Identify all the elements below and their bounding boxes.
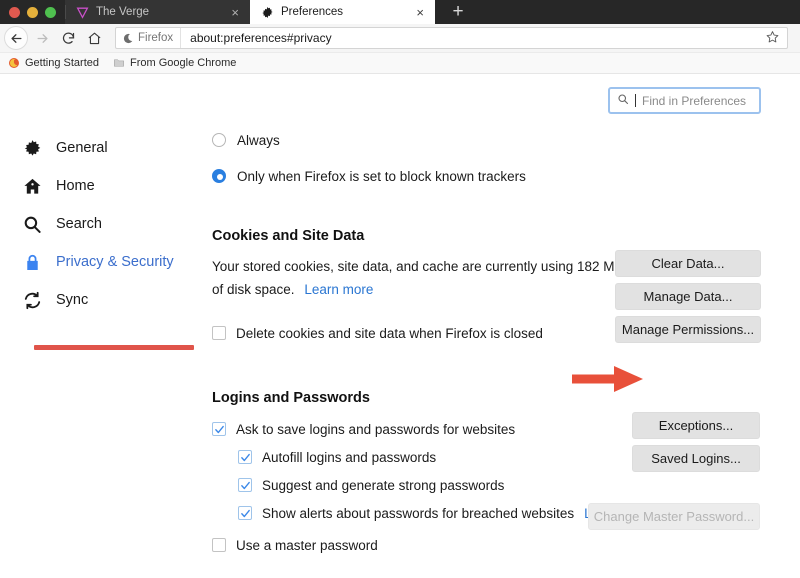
section-title: Logins and Passwords <box>212 390 370 406</box>
annotation-arrow-icon <box>572 364 644 394</box>
search-icon <box>617 92 629 110</box>
learn-more-link-cookies[interactable]: Learn more <box>304 282 373 297</box>
gear-icon <box>22 138 43 159</box>
sidebar-item-home[interactable]: Home <box>22 167 202 205</box>
home-icon <box>22 176 43 197</box>
cookies-buttons: Clear Data... Manage Data... Manage Perm… <box>615 250 761 343</box>
bookmark-label: From Google Chrome <box>130 57 237 69</box>
home-button[interactable] <box>82 26 106 50</box>
tab-preferences[interactable]: Preferences × <box>250 0 435 24</box>
minimize-window-button[interactable] <box>27 6 38 18</box>
close-icon[interactable]: × <box>414 6 426 19</box>
address-bar[interactable]: Firefox about:preferences#privacy <box>115 27 788 49</box>
annotation-underline <box>34 345 194 350</box>
checkbox[interactable] <box>212 538 226 552</box>
close-icon[interactable]: × <box>229 6 241 19</box>
nav-buttons <box>0 26 106 50</box>
logins-buttons: Exceptions... Saved Logins... <box>632 412 760 472</box>
navigation-toolbar: Firefox about:preferences#privacy <box>0 24 800 53</box>
reload-button[interactable] <box>56 26 80 50</box>
verge-logo-icon <box>76 6 89 19</box>
radio-option-always[interactable]: Always <box>212 129 772 151</box>
tracking-radio-group: Always Only when Firefox is set to block… <box>212 129 772 187</box>
gear-icon <box>261 6 274 19</box>
section-title: Cookies and Site Data <box>212 228 365 244</box>
bookmark-star-icon[interactable] <box>766 30 787 46</box>
identity-box[interactable]: Firefox <box>116 28 182 48</box>
sidebar-item-label: General <box>56 140 108 156</box>
tab-bar: The Verge × Preferences × + <box>0 0 800 24</box>
radio-button-selected[interactable] <box>212 169 226 183</box>
bookmark-label: Getting Started <box>25 57 99 69</box>
radio-label: Only when Firefox is set to block known … <box>237 168 526 184</box>
sync-icon <box>22 290 43 311</box>
browser-window: The Verge × Preferences × + Firefox abou… <box>0 0 800 578</box>
bookmarks-toolbar: Getting Started From Google Chrome <box>0 53 800 74</box>
manage-data-button[interactable]: Manage Data... <box>615 283 761 310</box>
manage-permissions-button[interactable]: Manage Permissions... <box>615 316 761 343</box>
preferences-page: Find in Preferences General Home Search … <box>0 74 800 578</box>
checkbox[interactable] <box>212 326 226 340</box>
checkbox-label: Delete cookies and site data when Firefo… <box>236 325 543 341</box>
sidebar-item-privacy-security[interactable]: Privacy & Security <box>22 243 202 281</box>
search-placeholder: Find in Preferences <box>642 93 747 108</box>
checkbox-checked[interactable] <box>238 478 252 492</box>
exceptions-button[interactable]: Exceptions... <box>632 412 760 439</box>
checkbox-label: Use a master password <box>236 537 378 553</box>
text-caret <box>635 94 636 107</box>
tab-title: The Verge <box>96 6 150 18</box>
back-button[interactable] <box>4 26 28 50</box>
tab-title: Preferences <box>281 6 344 18</box>
cookies-description-line1: Your stored cookies, site data, and cach… <box>212 259 624 274</box>
firefox-icon <box>8 57 20 69</box>
radio-label: Always <box>237 132 280 148</box>
lock-icon <box>22 252 43 273</box>
clear-data-button[interactable]: Clear Data... <box>615 250 761 277</box>
sidebar-item-search[interactable]: Search <box>22 205 202 243</box>
sidebar-item-label: Home <box>56 178 95 194</box>
folder-icon <box>113 57 125 69</box>
checkbox-suggest-strong-passwords[interactable]: Suggest and generate strong passwords <box>212 473 772 497</box>
saved-logins-button[interactable]: Saved Logins... <box>632 445 760 472</box>
find-in-preferences: Find in Preferences <box>608 87 761 114</box>
sidebar-item-label: Search <box>56 216 102 232</box>
sidebar-item-sync[interactable]: Sync <box>22 281 202 319</box>
logins-and-passwords-section: Logins and Passwords Ask to save logins … <box>212 390 772 557</box>
checkbox-label: Autofill logins and passwords <box>262 449 437 465</box>
search-input[interactable]: Find in Preferences <box>608 87 761 114</box>
identity-label: Firefox <box>138 32 174 44</box>
sidebar-item-label: Privacy & Security <box>56 254 174 270</box>
checkbox-checked[interactable] <box>238 506 252 520</box>
preferences-sidebar: General Home Search Privacy & Security S… <box>22 129 202 350</box>
radio-button[interactable] <box>212 133 226 147</box>
sidebar-item-general[interactable]: General <box>22 129 202 167</box>
radio-option-block-trackers[interactable]: Only when Firefox is set to block known … <box>212 165 772 187</box>
checkbox-label: Suggest and generate strong passwords <box>262 477 505 493</box>
bookmark-getting-started[interactable]: Getting Started <box>8 57 99 69</box>
change-master-password-button: Change Master Password... <box>588 503 760 530</box>
checkbox-checked[interactable] <box>238 450 252 464</box>
checkbox-label: Show alerts about passwords for breached… <box>262 505 575 521</box>
checkbox-label: Ask to save logins and passwords for web… <box>236 421 516 437</box>
window-controls <box>0 0 65 24</box>
url-text[interactable]: about:preferences#privacy <box>181 31 766 45</box>
checkbox-use-master-password[interactable]: Use a master password <box>212 533 772 557</box>
bookmark-from-google-chrome[interactable]: From Google Chrome <box>113 57 236 69</box>
forward-button[interactable] <box>30 26 54 50</box>
preferences-main-panel: Always Only when Firefox is set to block… <box>212 129 772 557</box>
new-tab-button[interactable]: + <box>435 0 481 24</box>
cookies-description: Your stored cookies, site data, and cach… <box>212 255 632 301</box>
checkbox-checked[interactable] <box>212 422 226 436</box>
close-window-button[interactable] <box>9 6 20 18</box>
tab-the-verge[interactable]: The Verge × <box>65 0 250 24</box>
zoom-window-button[interactable] <box>45 6 56 18</box>
cookies-description-line2: of disk space. <box>212 282 295 297</box>
cookies-and-site-data-section: Cookies and Site Data Your stored cookie… <box>212 228 772 345</box>
sidebar-item-label: Sync <box>56 292 89 308</box>
search-icon <box>22 214 43 235</box>
